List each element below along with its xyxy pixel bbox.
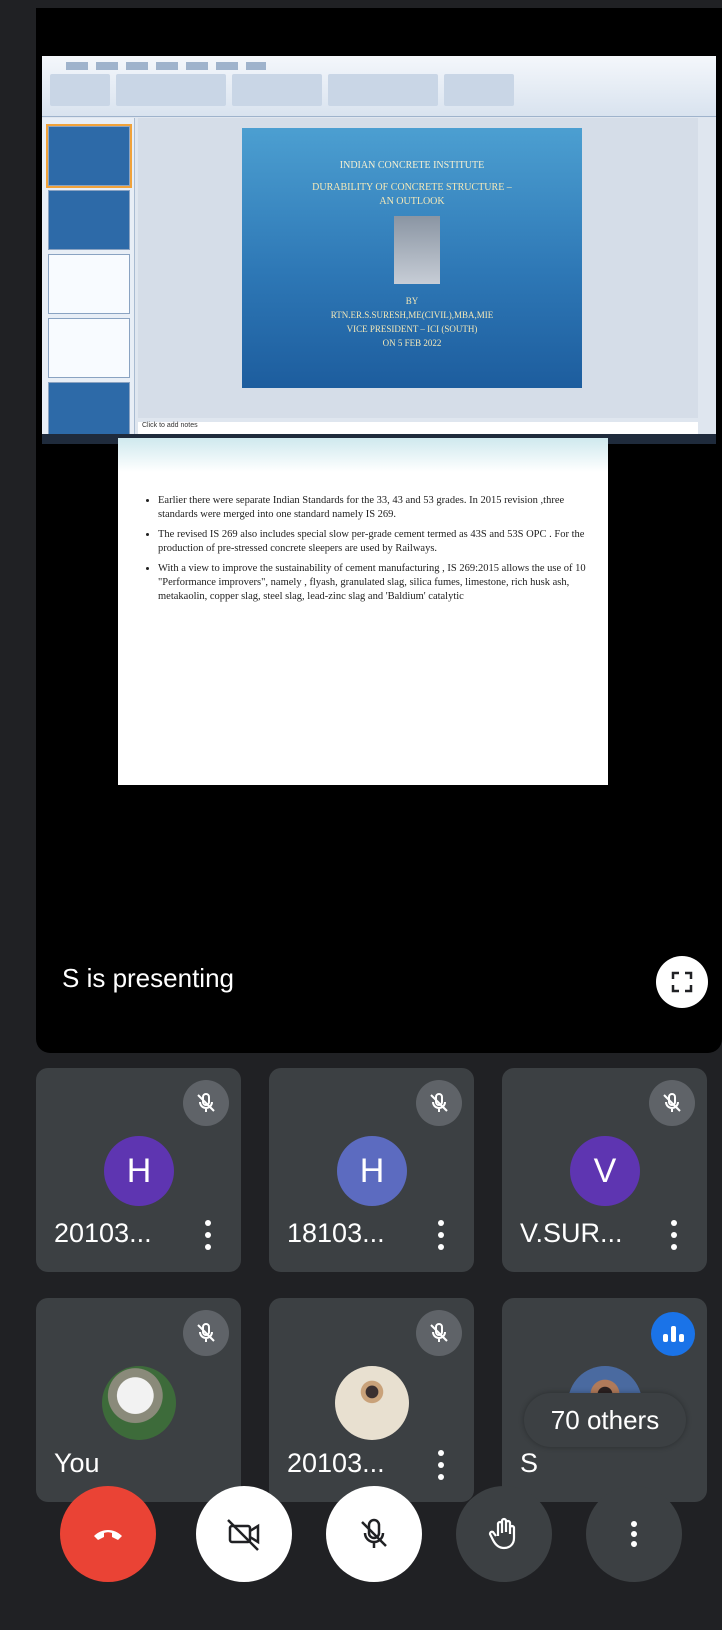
slide-bullet: With a view to improve the sustainabilit… [158, 562, 598, 604]
slide-author: RTN.ER.S.SURESH,ME(CIVIL),MBA,MIE [330, 310, 494, 320]
slide-bullet: The revised IS 269 also includes special… [158, 528, 598, 556]
participant-name: 18103... [287, 1218, 385, 1248]
title-slide: INDIAN CONCRETE INSTITUTE DURABILITY OF … [242, 128, 582, 388]
participant-tile[interactable]: V V.SUR... [502, 1068, 707, 1272]
others-pill[interactable]: 70 others [524, 1393, 686, 1447]
raise-hand-icon [488, 1517, 516, 1550]
slide-by: BY [405, 296, 419, 306]
muted-mic-badge [183, 1080, 229, 1126]
camera-toggle-button[interactable] [196, 1486, 292, 1582]
muted-mic-badge [416, 1080, 462, 1126]
participant-name: You [54, 1448, 100, 1478]
meet-call-screen: INDIAN CONCRETE INSTITUTE DURABILITY OF … [8, 0, 722, 1630]
participant-name: S [520, 1448, 539, 1478]
avatar: V [570, 1136, 640, 1206]
presenter-label: S is presenting [62, 963, 234, 993]
slide-title-line2: AN OUTLOOK [379, 196, 445, 207]
mic-off-icon [197, 1092, 215, 1112]
more-options-button[interactable] [586, 1486, 682, 1582]
content-slide: Earlier there were separate Indian Stand… [118, 438, 608, 785]
muted-mic-badge [183, 1310, 229, 1356]
camera-off-icon [227, 1519, 260, 1551]
participant-more-button[interactable] [434, 1218, 448, 1252]
slide-header-wave [118, 438, 608, 472]
slide-bullet: Earlier there were separate Indian Stand… [158, 494, 598, 522]
speaking-indicator [651, 1312, 695, 1356]
participant-more-button[interactable] [434, 1448, 448, 1482]
participant-tile[interactable]: H 18103... [269, 1068, 474, 1272]
end-call-button[interactable] [60, 1486, 156, 1582]
notes-pane: Click to add notes [138, 422, 698, 434]
more-options-icon [631, 1521, 637, 1547]
muted-mic-badge [416, 1310, 462, 1356]
participant-tile[interactable]: H 20103... [36, 1068, 241, 1272]
phone-hangup-icon [94, 1530, 122, 1540]
mic-off-icon [663, 1092, 681, 1112]
presenter-photo [394, 216, 440, 284]
mic-off-icon [430, 1092, 448, 1112]
participant-more-button[interactable] [201, 1218, 215, 1252]
mic-off-icon [361, 1518, 387, 1548]
slide-title-line1: DURABILITY OF CONCRETE STRUCTURE – [312, 182, 512, 193]
slide-org: INDIAN CONCRETE INSTITUTE [339, 160, 485, 171]
shared-screen: INDIAN CONCRETE INSTITUTE DURABILITY OF … [42, 56, 716, 444]
fullscreen-icon [671, 971, 693, 993]
fullscreen-button[interactable] [656, 956, 708, 1008]
mic-off-icon [197, 1322, 215, 1342]
avatar-photo [335, 1366, 409, 1440]
slide-canvas: INDIAN CONCRETE INSTITUTE DURABILITY OF … [138, 118, 698, 418]
slide-role: VICE PRESIDENT – ICI (SOUTH) [346, 324, 478, 334]
mic-toggle-button[interactable] [326, 1486, 422, 1582]
raise-hand-button[interactable] [456, 1486, 552, 1582]
avatar-photo [102, 1366, 176, 1440]
participant-tile[interactable]: You [36, 1298, 241, 1502]
avatar: H [337, 1136, 407, 1206]
slide-date: ON 5 FEB 2022 [382, 338, 442, 348]
slide-bullet-list: Earlier there were separate Indian Stand… [146, 494, 598, 610]
presentation-view: INDIAN CONCRETE INSTITUTE DURABILITY OF … [36, 8, 722, 1053]
avatar: H [104, 1136, 174, 1206]
ppt-ribbon [42, 56, 716, 117]
participant-tile[interactable]: 20103... [269, 1298, 474, 1502]
participant-name: 20103... [54, 1218, 152, 1248]
muted-mic-badge [649, 1080, 695, 1126]
slide-thumbnails [42, 118, 135, 442]
mic-off-icon [430, 1322, 448, 1342]
participant-name: V.SUR... [520, 1218, 623, 1248]
participant-more-button[interactable] [667, 1218, 681, 1252]
participant-name: 20103... [287, 1448, 385, 1478]
